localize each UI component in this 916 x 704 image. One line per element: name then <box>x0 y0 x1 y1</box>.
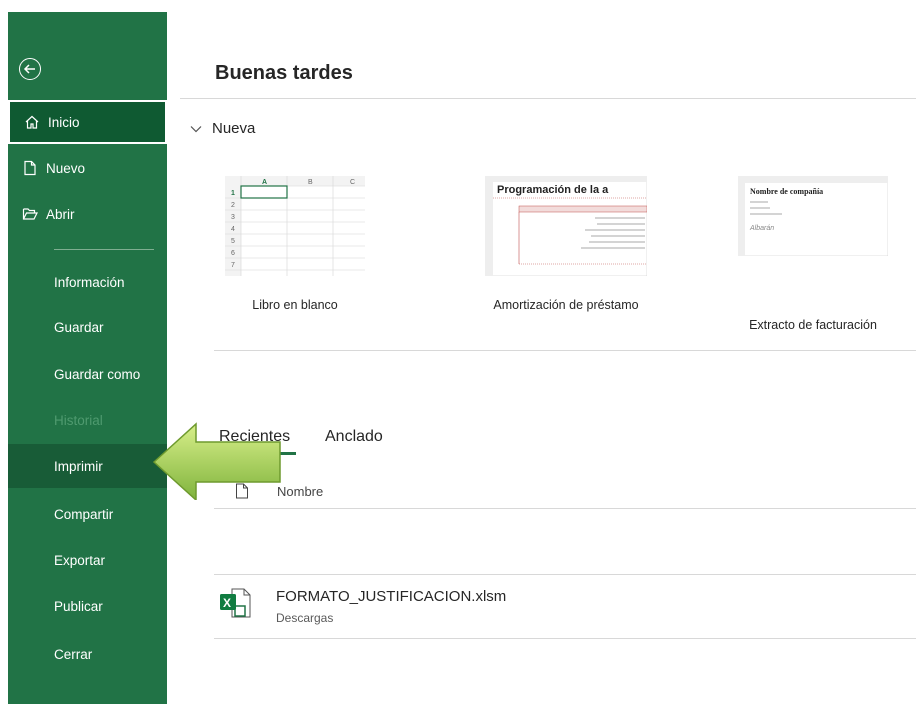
svg-text:5: 5 <box>231 238 235 245</box>
home-icon <box>24 114 40 130</box>
svg-text:X: X <box>223 596 231 610</box>
section-title: Nueva <box>212 120 256 137</box>
nueva-section-toggle[interactable]: Nueva <box>190 120 255 137</box>
svg-text:7: 7 <box>231 262 235 269</box>
sidebar-item-label: Exportar <box>54 552 106 568</box>
template-thumbnail: Nombre de compañía Albarán <box>738 176 888 276</box>
template-preview-title: Nombre de compañía <box>750 187 823 196</box>
sidebar-item-label: Cerrar <box>54 646 93 662</box>
list-divider <box>214 574 916 575</box>
sidebar-item-informacion[interactable]: Información <box>8 260 167 304</box>
sidebar-item-label: Imprimir <box>54 458 103 474</box>
sidebar-item-publicar[interactable]: Publicar <box>8 584 167 628</box>
svg-text:B: B <box>308 179 313 186</box>
back-arrow-icon[interactable] <box>19 58 41 80</box>
excel-file-icon: X <box>218 586 252 625</box>
svg-text:4: 4 <box>231 226 235 233</box>
template-loan-amortization[interactable]: Programación de la a Amortización de pré… <box>466 176 666 312</box>
sidebar-item-guardar-como[interactable]: Guardar como <box>8 352 167 396</box>
sidebar-item-guardar[interactable]: Guardar <box>8 305 167 349</box>
header-divider <box>180 98 916 99</box>
svg-text:6: 6 <box>231 250 235 257</box>
sidebar-item-label: Guardar <box>54 319 104 335</box>
recent-file-row[interactable]: X FORMATO_JUSTIFICACION.xlsm Descargas <box>214 576 916 634</box>
svg-text:A: A <box>262 179 267 186</box>
new-document-icon <box>22 160 38 176</box>
page-title: Buenas tardes <box>215 62 353 84</box>
sidebar-item-label: Información <box>54 274 125 290</box>
sidebar-item-compartir[interactable]: Compartir <box>8 492 167 536</box>
recent-file-location: Descargas <box>276 611 334 625</box>
sidebar-item-label: Nuevo <box>46 160 86 176</box>
template-thumbnail: Programación de la a <box>485 176 647 276</box>
section-divider <box>214 350 916 351</box>
template-billing-statement[interactable]: Nombre de compañía Albarán Extracto de f… <box>713 176 913 332</box>
svg-text:2: 2 <box>231 202 235 209</box>
template-thumbnail: A B C 1 2 3 4 5 6 7 <box>225 176 365 276</box>
list-divider <box>214 638 916 639</box>
list-header-divider <box>214 508 916 509</box>
template-preview-title: Programación de la a <box>497 184 609 196</box>
recent-file-name: FORMATO_JUSTIFICACION.xlsm <box>276 588 507 605</box>
sidebar-item-label: Abrir <box>46 206 75 222</box>
sidebar-item-abrir[interactable]: Abrir <box>8 194 167 234</box>
sidebar-item-exportar[interactable]: Exportar <box>8 538 167 582</box>
sidebar-item-label: Publicar <box>54 598 103 614</box>
sidebar-item-inicio[interactable]: Inicio <box>8 100 167 144</box>
sidebar-item-label: Guardar como <box>54 366 141 382</box>
sidebar-item-imprimir[interactable]: Imprimir <box>8 444 167 488</box>
svg-text:3: 3 <box>231 214 235 221</box>
sidebar-item-label: Historial <box>54 412 103 428</box>
svg-text:1: 1 <box>231 190 235 197</box>
template-name: Amortización de préstamo <box>493 298 639 312</box>
sidebar-divider <box>54 249 154 250</box>
sidebar-item-historial: Historial <box>8 398 167 442</box>
tab-anclado[interactable]: Anclado <box>325 428 383 446</box>
backstage-sidebar: Inicio Nuevo Abrir Información Guardar G… <box>8 12 167 704</box>
sidebar-item-nuevo[interactable]: Nuevo <box>8 148 167 188</box>
sidebar-item-label: Compartir <box>54 506 114 522</box>
sidebar-item-cerrar[interactable]: Cerrar <box>8 632 167 676</box>
annotation-arrow <box>150 420 290 505</box>
template-blank-workbook[interactable]: A B C 1 2 3 4 5 6 7 Libro en blanco <box>195 176 395 312</box>
chevron-down-icon <box>190 120 202 137</box>
svg-text:C: C <box>350 179 355 186</box>
sidebar-item-label: Inicio <box>48 114 80 130</box>
template-name: Libro en blanco <box>252 298 338 312</box>
folder-open-icon <box>22 206 38 222</box>
template-name: Extracto de facturación <box>749 318 877 332</box>
template-preview-sign: Albarán <box>749 225 774 232</box>
